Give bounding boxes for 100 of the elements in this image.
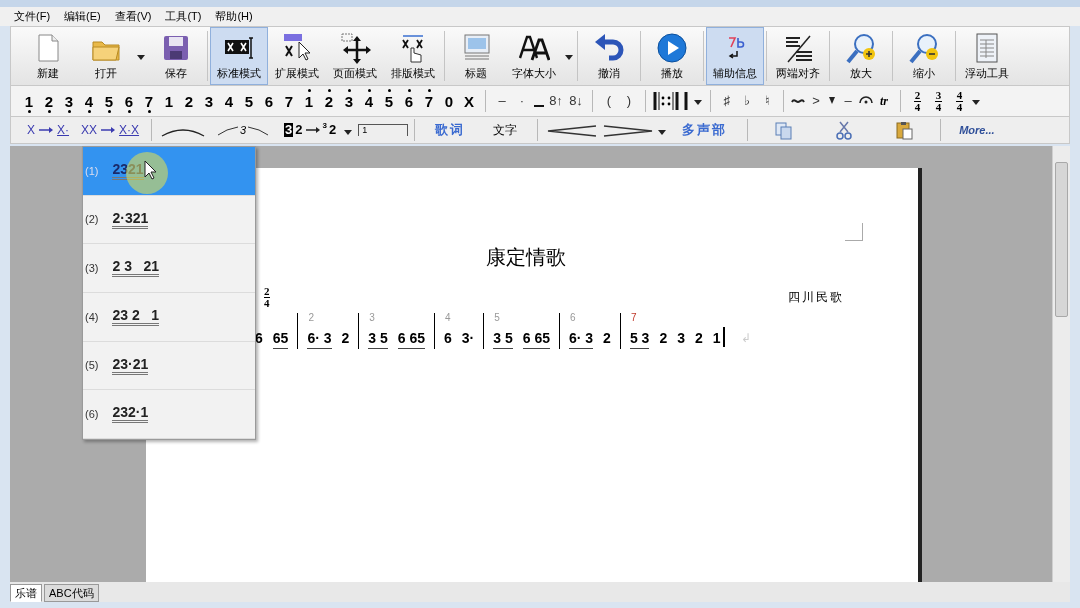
- measure-number: 4: [445, 313, 451, 323]
- tab[interactable]: 乐谱: [10, 584, 42, 602]
- menu-item[interactable]: 工具(T): [165, 8, 202, 25]
- pattern-item[interactable]: (6) 232·1: [83, 390, 255, 440]
- measure-number: 7: [630, 313, 637, 323]
- symbol-button[interactable]: ♭: [737, 88, 757, 114]
- more-button[interactable]: More...: [947, 121, 1007, 139]
- symbol-button[interactable]: ): [619, 88, 639, 114]
- note-button[interactable]: 2: [39, 88, 59, 114]
- menu-item[interactable]: 帮助(H): [215, 8, 253, 25]
- time-signature-button[interactable]: 4 4: [949, 88, 970, 114]
- note-button[interactable]: 3: [339, 88, 359, 114]
- note-group: 1: [712, 330, 721, 349]
- symbol-button[interactable]: >: [806, 88, 826, 114]
- toolbar-button[interactable]: 两端对齐: [769, 27, 827, 85]
- text-tool-button[interactable]: 多声部: [668, 120, 742, 140]
- symbol-button[interactable]: ♮: [757, 88, 777, 114]
- pattern-item[interactable]: (5) 23·21: [83, 341, 255, 391]
- toolbar-button[interactable]: 播放: [643, 27, 701, 85]
- toolbar-button[interactable]: 撤消: [580, 27, 638, 85]
- toolbar-button[interactable]: 新建: [19, 27, 77, 85]
- toolbar-button[interactable]: 扩展模式: [268, 27, 326, 85]
- measure-number: 2: [308, 313, 314, 323]
- tab[interactable]: ABC代码: [44, 584, 99, 602]
- convert-button[interactable]: XX X·X: [75, 121, 146, 139]
- toolbar-button[interactable]: 浮动工具: [958, 27, 1016, 85]
- measure-number: 3: [369, 313, 375, 323]
- symbol-button[interactable]: ♯: [717, 88, 737, 114]
- pattern-notes: 232·1: [112, 405, 149, 424]
- time-signature-button[interactable]: 3 4: [928, 88, 949, 114]
- note-button[interactable]: 6: [399, 88, 419, 114]
- note-button[interactable]: 5: [239, 88, 259, 114]
- note-button[interactable]: 5: [99, 88, 119, 114]
- measure-number: 5: [494, 313, 500, 323]
- time-signature-button[interactable]: 2 4: [907, 88, 928, 114]
- scrollbar-thumb[interactable]: [1055, 162, 1068, 317]
- move-arrows-icon: [339, 32, 371, 64]
- note-group: 2: [659, 330, 668, 349]
- toolbar-button[interactable]: 打开: [77, 27, 135, 85]
- symbol-button[interactable]: 8↓: [566, 88, 586, 114]
- toolbar-button[interactable]: 标准模式: [210, 27, 268, 85]
- toolbar-button[interactable]: 缩小: [895, 27, 953, 85]
- note-button[interactable]: 1: [159, 88, 179, 114]
- toolbar-button[interactable]: 字体大小: [505, 27, 563, 85]
- note-group: 6· 3: [307, 330, 332, 349]
- menu-item[interactable]: 编辑(E): [64, 8, 101, 25]
- note-button[interactable]: 4: [219, 88, 239, 114]
- symbol-button[interactable]: 8↑: [546, 88, 566, 114]
- trill-button[interactable]: tr: [874, 88, 894, 114]
- toolbar-button[interactable]: 页面模式: [326, 27, 384, 85]
- note-group: 3 5: [368, 330, 388, 349]
- menu-item[interactable]: 文件(F): [14, 8, 51, 25]
- volta-button[interactable]: 1: [358, 124, 409, 136]
- note-button[interactable]: 3: [59, 88, 79, 114]
- toolbar-button[interactable]: 保存: [147, 27, 205, 85]
- note-button[interactable]: 1: [299, 88, 319, 114]
- pattern-item[interactable]: (2) 2·321: [83, 195, 255, 245]
- symbol-button[interactable]: (: [599, 88, 619, 114]
- vertical-scrollbar[interactable]: [1052, 146, 1070, 582]
- note-button[interactable]: 5: [379, 88, 399, 114]
- symbol-button[interactable]: –: [838, 88, 858, 114]
- text-tool-button[interactable]: 文字: [479, 121, 532, 139]
- toolbar-button[interactable]: 标题: [447, 27, 505, 85]
- symbol-button[interactable]: ·: [512, 88, 532, 114]
- score-title: 康定情歌: [486, 245, 566, 270]
- note-group: 65: [272, 330, 289, 349]
- note-button[interactable]: 2: [319, 88, 339, 114]
- note-button[interactable]: 7: [419, 88, 439, 114]
- note-group: 6: [444, 330, 452, 349]
- note-button[interactable]: 1: [19, 88, 39, 114]
- measure-number: 6: [570, 313, 576, 323]
- note-button[interactable]: 0: [439, 88, 459, 114]
- menu-item[interactable]: 查看(V): [114, 8, 152, 25]
- note-button[interactable]: 7: [139, 88, 159, 114]
- toolbar-button[interactable]: 放大: [832, 27, 890, 85]
- return-mark: ↲: [740, 330, 751, 347]
- triplet-button[interactable]: 3: [214, 119, 273, 141]
- pattern-notes: 2·321: [112, 210, 149, 229]
- zoom-out-icon: [908, 32, 940, 64]
- note-button[interactable]: 4: [359, 88, 379, 114]
- note-group: 3: [677, 330, 685, 349]
- toolbar-button[interactable]: 辅助信息: [706, 27, 764, 85]
- note-button[interactable]: 3: [199, 88, 219, 114]
- note-button[interactable]: X: [459, 88, 479, 114]
- note-button[interactable]: 6: [259, 88, 279, 114]
- convert-button[interactable]: X X·: [21, 121, 75, 139]
- pattern-item[interactable]: (3) 2 3 21: [83, 244, 255, 293]
- pattern-item[interactable]: (4) 23 2 1: [83, 293, 255, 342]
- pattern-notes: 23 2 1: [112, 307, 160, 326]
- note-group: 6 65: [522, 330, 550, 349]
- symbol-button[interactable]: –: [492, 88, 512, 114]
- note-group: 5 3: [629, 330, 650, 349]
- note-button[interactable]: 7: [279, 88, 299, 114]
- note-button[interactable]: 2: [179, 88, 199, 114]
- note-button[interactable]: 4: [79, 88, 99, 114]
- toolbar-button[interactable]: 排版模式: [384, 27, 442, 85]
- note-button[interactable]: 6: [119, 88, 139, 114]
- time-signature: 2 4: [264, 286, 270, 309]
- text-tool-button[interactable]: 歌词: [421, 120, 480, 140]
- pattern-notes: 2 3 21: [112, 259, 160, 278]
